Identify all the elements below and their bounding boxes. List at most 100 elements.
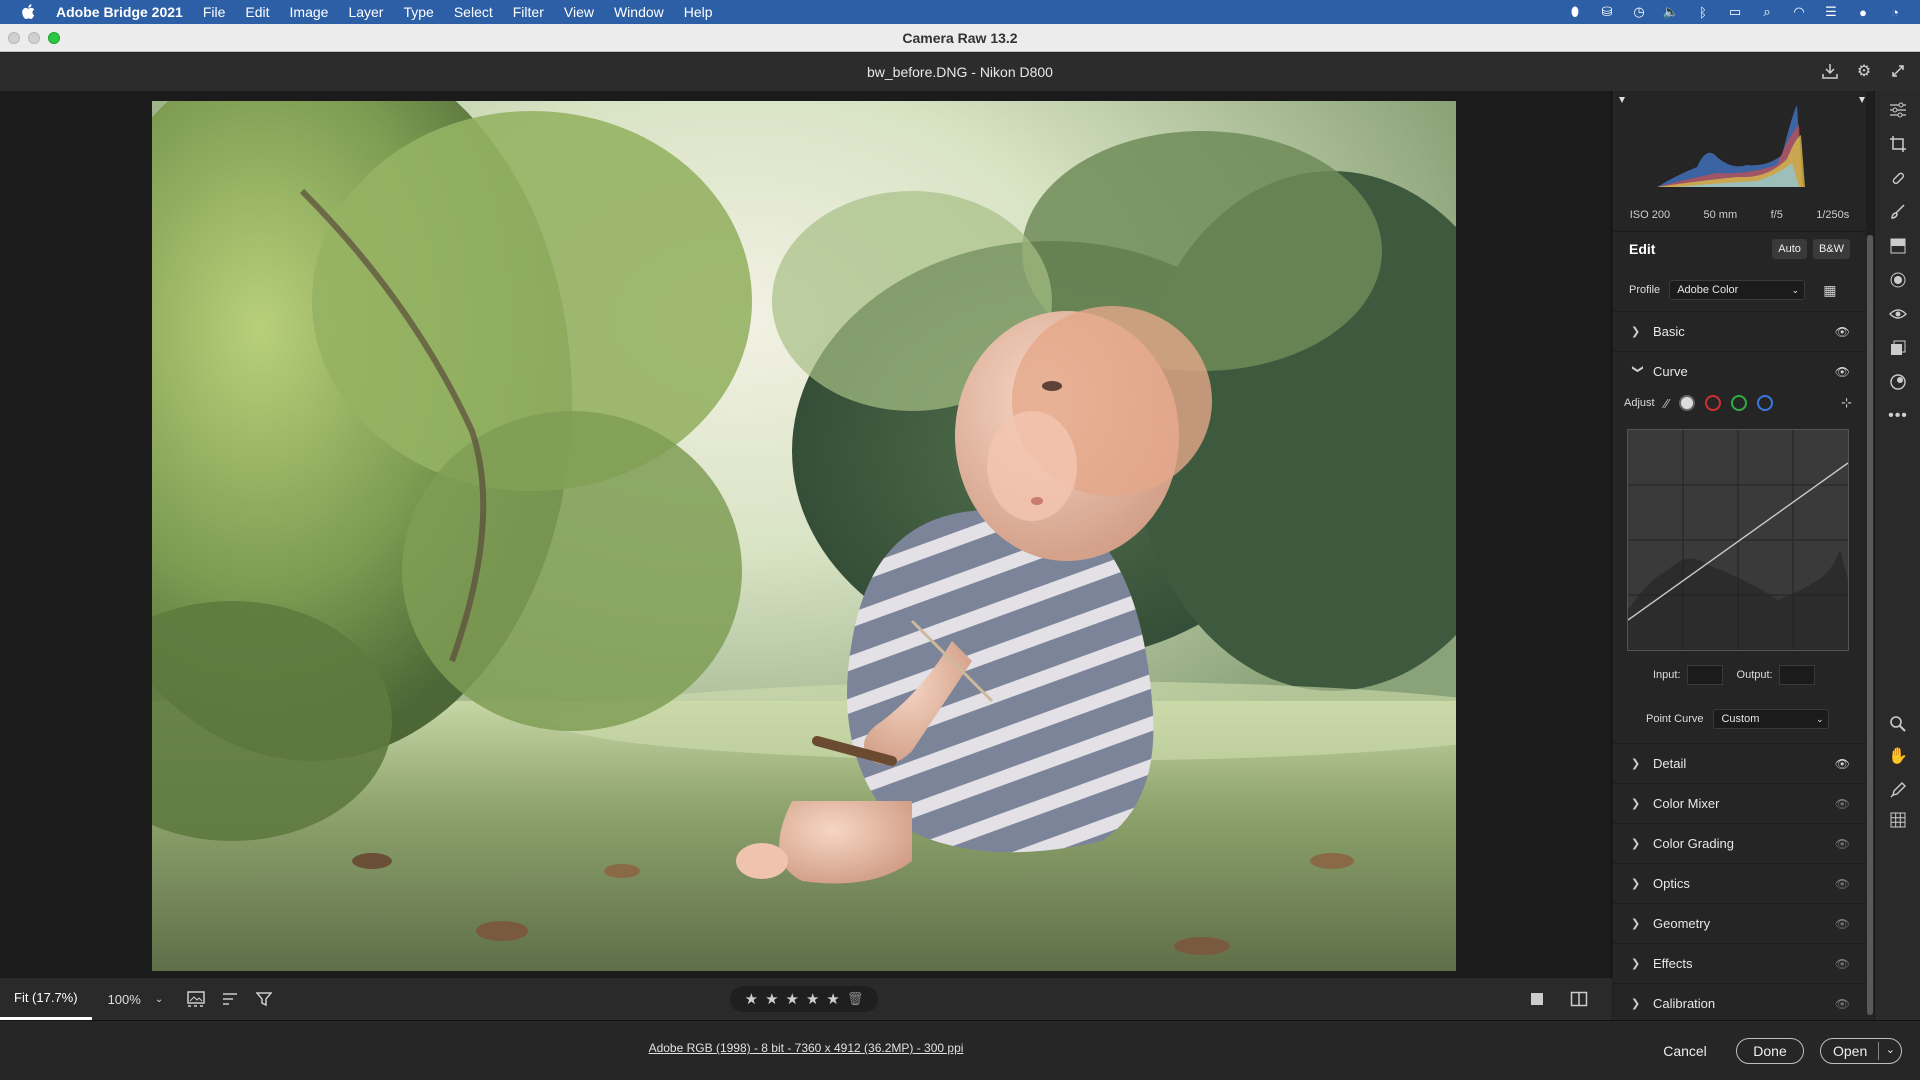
apple-icon[interactable] <box>0 4 56 20</box>
bluetooth-icon[interactable]: ᛒ <box>1694 4 1712 20</box>
snapshots-icon[interactable] <box>1887 337 1909 359</box>
output-field[interactable] <box>1778 665 1815 685</box>
star-3-icon[interactable]: ★ <box>786 990 799 1008</box>
section-calibration[interactable]: ❯ Calibration 👁 <box>1613 983 1866 1020</box>
sort-icon[interactable] <box>219 988 241 1010</box>
star-rating[interactable]: ★ ★ ★ ★ ★ 🗑 <box>730 986 878 1012</box>
eye-icon[interactable]: 👁 <box>1835 797 1850 811</box>
menu-edit[interactable]: Edit <box>235 4 279 20</box>
section-basic[interactable]: ❯ Basic 👁 <box>1613 311 1866 351</box>
clock-icon[interactable]: ◔ <box>1886 4 1904 20</box>
bw-button[interactable]: B&W <box>1812 238 1850 259</box>
star-2-icon[interactable]: ★ <box>765 990 778 1008</box>
hand-tool-icon[interactable]: ✋ <box>1887 745 1909 767</box>
gear-icon[interactable]: ⚙ <box>1854 61 1874 81</box>
menu-view[interactable]: View <box>554 4 604 20</box>
shadow-clipping-icon[interactable] <box>1619 97 1625 103</box>
wifi-icon[interactable]: ◠ <box>1790 4 1808 20</box>
before-after-icon[interactable] <box>1568 988 1590 1010</box>
profile-browser-icon[interactable]: ▦ <box>1823 282 1836 299</box>
eye-icon[interactable]: 👁 <box>1835 957 1850 971</box>
grid-overlay-icon[interactable] <box>1887 809 1909 831</box>
close-window-button[interactable] <box>8 32 20 44</box>
star-5-icon[interactable]: ★ <box>826 990 839 1008</box>
time-machine-icon[interactable]: ◷ <box>1630 4 1648 20</box>
point-curve-dropdown[interactable]: Custom ⌄ <box>1713 709 1830 729</box>
menu-window[interactable]: Window <box>604 4 674 20</box>
menu-filter[interactable]: Filter <box>503 4 554 20</box>
tone-curve-graph[interactable] <box>1627 429 1849 651</box>
section-geometry[interactable]: ❯ Geometry 👁 <box>1613 903 1866 943</box>
eye-icon[interactable]: 👁 <box>1835 325 1850 339</box>
done-button[interactable]: Done <box>1736 1038 1804 1064</box>
trash-icon[interactable]: 🗑 <box>847 991 864 1007</box>
control-center-icon[interactable]: ☰ <box>1822 4 1840 20</box>
red-channel-icon[interactable] <box>1704 395 1721 411</box>
panel-scrollbar[interactable] <box>1866 235 1874 1020</box>
eye-icon[interactable]: 👁 <box>1835 837 1850 851</box>
gradient-filter-icon[interactable] <box>1887 235 1909 257</box>
menu-app-name[interactable]: Adobe Bridge 2021 <box>56 4 193 20</box>
section-optics[interactable]: ❯ Optics 👁 <box>1613 863 1866 903</box>
spotlight-search-icon[interactable]: ⌕ <box>1758 4 1776 20</box>
red-eye-icon[interactable] <box>1887 303 1909 325</box>
star-1-icon[interactable]: ★ <box>745 990 758 1008</box>
save-image-icon[interactable] <box>1820 61 1840 81</box>
image-canvas[interactable] <box>0 91 1612 978</box>
zoom-tool-icon[interactable] <box>1887 713 1909 735</box>
white-channel-icon[interactable] <box>1678 395 1695 411</box>
section-color-grading[interactable]: ❯ Color Grading 👁 <box>1613 823 1866 863</box>
section-detail[interactable]: ❯ Detail 👁 <box>1613 743 1866 783</box>
zoom-level-dropdown[interactable]: 100% ⌄ <box>92 992 174 1007</box>
star-4-icon[interactable]: ★ <box>806 990 819 1008</box>
section-curve[interactable]: ❯ Curve 👁 <box>1613 351 1866 391</box>
parametric-curve-icon[interactable]: ∕∕ <box>1665 396 1669 411</box>
eye-icon[interactable]: 👁 <box>1835 365 1850 379</box>
color-sampler-icon[interactable] <box>1887 779 1909 801</box>
menu-image[interactable]: Image <box>280 4 339 20</box>
eye-icon[interactable]: 👁 <box>1835 917 1850 931</box>
chevron-down-icon[interactable]: ⌄ <box>1886 1043 1895 1056</box>
menu-help[interactable]: Help <box>674 4 723 20</box>
siri-icon[interactable]: ● <box>1854 4 1872 20</box>
eye-icon[interactable]: 👁 <box>1835 997 1850 1011</box>
eye-icon[interactable]: 👁 <box>1835 877 1850 891</box>
targeted-adjustment-icon[interactable]: ⊹ <box>1841 395 1852 411</box>
edit-sliders-icon[interactable] <box>1887 99 1909 121</box>
drive-icon[interactable]: ⛁ <box>1598 4 1616 20</box>
menu-file[interactable]: File <box>193 4 236 20</box>
filmstrip-icon[interactable] <box>185 988 207 1010</box>
fullscreen-icon[interactable] <box>1888 61 1908 81</box>
healing-icon[interactable] <box>1887 167 1909 189</box>
blue-channel-icon[interactable] <box>1756 395 1773 411</box>
cancel-button[interactable]: Cancel <box>1652 1038 1718 1064</box>
photo-preview[interactable] <box>152 101 1456 971</box>
input-field[interactable] <box>1686 665 1723 685</box>
scrollbar-thumb[interactable] <box>1867 235 1873 1015</box>
filter-icon[interactable] <box>253 988 275 1010</box>
fit-zoom-button[interactable]: Fit (17.7%) <box>0 978 92 1020</box>
presets-icon[interactable] <box>1887 371 1909 393</box>
eye-icon[interactable]: 👁 <box>1835 757 1850 771</box>
auto-button[interactable]: Auto <box>1772 238 1807 259</box>
single-view-icon[interactable] <box>1526 988 1548 1010</box>
crop-icon[interactable] <box>1887 133 1909 155</box>
volume-icon[interactable]: 🔈 <box>1662 4 1680 20</box>
profile-dropdown[interactable]: Adobe Color ⌄ <box>1669 280 1806 300</box>
zoom-window-button[interactable] <box>48 32 60 44</box>
shield-icon[interactable]: ⬮ <box>1566 4 1584 20</box>
radial-filter-icon[interactable] <box>1887 269 1909 291</box>
green-channel-icon[interactable] <box>1730 395 1747 411</box>
more-options-icon[interactable]: ••• <box>1887 405 1909 427</box>
brush-icon[interactable] <box>1887 201 1909 223</box>
workflow-options-link[interactable]: Adobe RGB (1998) - 8 bit - 7360 x 4912 (… <box>0 1041 1612 1055</box>
minimize-window-button[interactable] <box>28 32 40 44</box>
menu-select[interactable]: Select <box>444 4 503 20</box>
open-button[interactable]: Open ⌄ <box>1820 1038 1902 1064</box>
battery-icon[interactable]: ▭ <box>1726 4 1744 20</box>
section-effects[interactable]: ❯ Effects 👁 <box>1613 943 1866 983</box>
menu-layer[interactable]: Layer <box>338 4 393 20</box>
highlight-clipping-icon[interactable] <box>1859 97 1865 103</box>
section-color-mixer[interactable]: ❯ Color Mixer 👁 <box>1613 783 1866 823</box>
menu-type[interactable]: Type <box>393 4 443 20</box>
